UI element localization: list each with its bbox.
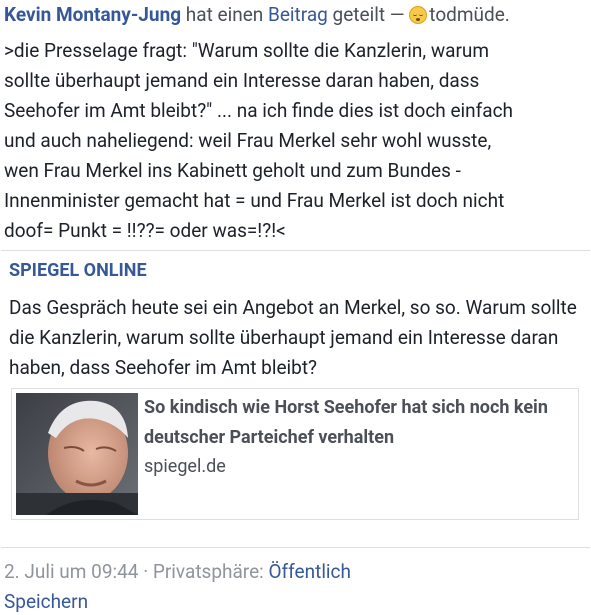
header-text: hat einen [181, 3, 268, 26]
privacy-label: Privatsphäre: [152, 560, 269, 583]
sleepy-face-icon [409, 6, 428, 24]
facebook-post: Kevin Montany-Jung hat einen Beitrag get… [0, 0, 591, 613]
privacy-link[interactable]: Öffentlich [268, 560, 351, 583]
post-timestamp-link[interactable]: 2. Juli um 09:44 [4, 560, 138, 583]
link-preview-card[interactable]: So kindisch wie Horst Seehofer hat sich … [11, 388, 579, 520]
thumbnail-photo [16, 393, 138, 515]
meta-separator: · [138, 560, 153, 583]
link-thumbnail-image[interactable] [16, 393, 138, 515]
link-domain: spiegel.de [144, 456, 226, 477]
header-text-shared: geteilt — [327, 3, 410, 26]
post-header: Kevin Montany-Jung hat einen Beitrag get… [4, 2, 510, 28]
link-title[interactable]: So kindisch wie Horst Seehofer hat sich … [144, 393, 564, 453]
shared-page-name-link[interactable]: SPIEGEL ONLINE [9, 259, 147, 283]
post-text: >die Presselage fragt: "Warum sollte die… [4, 39, 514, 242]
post-link[interactable]: Beitrag [268, 3, 328, 26]
feeling-text: todmüde. [429, 3, 510, 26]
shared-post[interactable]: SPIEGEL ONLINE Das Gespräch heute sei ei… [1, 250, 590, 548]
shared-post-text: Das Gespräch heute sei ein Angebot an Me… [9, 296, 577, 379]
author-name-link[interactable]: Kevin Montany-Jung [4, 3, 181, 26]
save-button[interactable]: Speichern [4, 589, 88, 615]
post-meta: 2. Juli um 09:44 · Privatsphäre: Öffentl… [4, 559, 351, 585]
